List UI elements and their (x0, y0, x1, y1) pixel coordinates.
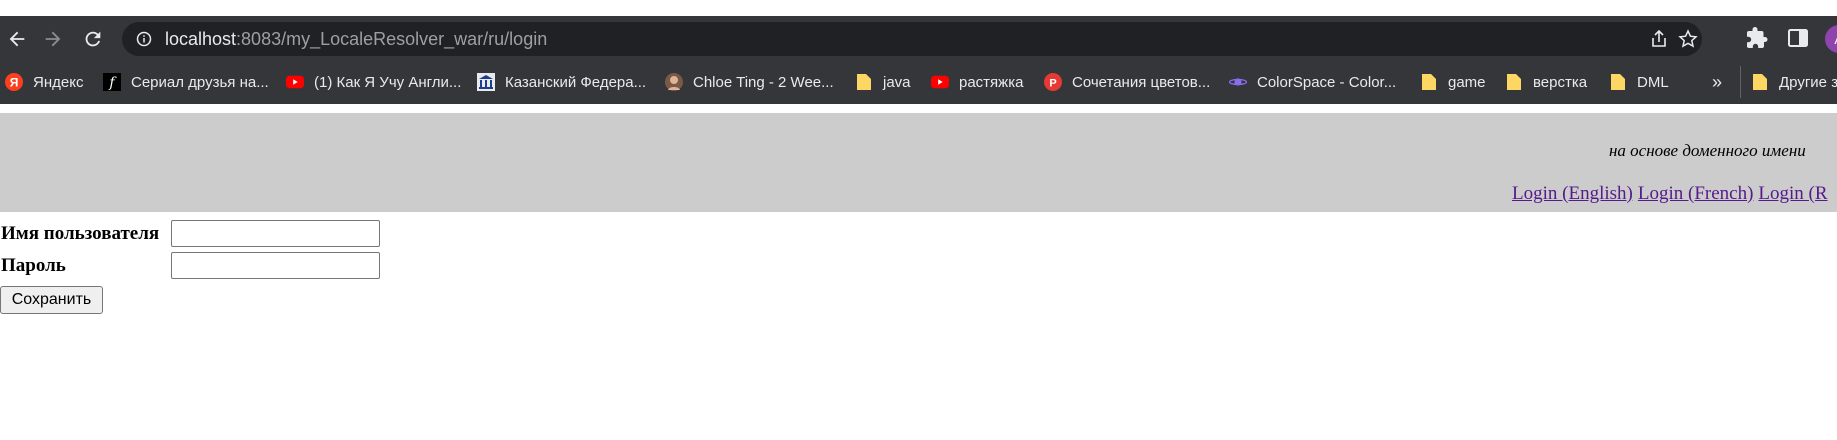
svg-text:Я: Я (10, 76, 19, 90)
password-input[interactable] (171, 252, 380, 279)
login-russian-link[interactable]: Login (R (1758, 183, 1827, 204)
folder-icon (1751, 73, 1769, 91)
bookmark-item[interactable]: Chloe Ting - 2 Wee... (665, 70, 834, 94)
bookmark-label: Яндекс (33, 73, 84, 91)
bookmark-label: ColorSpace - Color... (1257, 73, 1397, 91)
save-button[interactable]: Сохранить (0, 286, 103, 314)
bookmark-label: Казанский Федера... (505, 73, 647, 91)
reload-icon (85, 31, 101, 47)
back-button[interactable] (2, 24, 32, 54)
share-icon[interactable] (1649, 29, 1669, 49)
university-icon (477, 73, 495, 91)
login-french-link[interactable]: Login (French) (1638, 183, 1754, 204)
svg-text:P: P (1049, 78, 1056, 90)
bookmark-label: DML (1637, 73, 1669, 91)
bookmark-item[interactable]: растяжка (931, 70, 1023, 94)
bookmark-label: верстка (1533, 73, 1588, 91)
bookmark-item[interactable]: Я Яндекс (5, 70, 83, 94)
reload-button[interactable] (78, 24, 108, 54)
bookmark-folder[interactable]: java (855, 70, 911, 94)
bookmark-folder[interactable]: DML (1609, 70, 1669, 94)
bookmark-label: Chloe Ting - 2 Wee... (693, 73, 834, 91)
side-panel-icon[interactable] (1786, 26, 1810, 50)
page-header: на основе доменного имени Login (English… (0, 113, 1837, 212)
password-label: Пароль (1, 255, 66, 276)
bookmark-label: растяжка (959, 73, 1024, 91)
username-label: Имя пользователя (1, 223, 160, 244)
bookmarks-overflow-button[interactable]: » (1712, 70, 1722, 94)
bookmark-folder[interactable]: верстка (1505, 70, 1587, 94)
language-links: Login (English) Login (French) Login (R (1512, 183, 1833, 205)
top-strip (0, 0, 1837, 16)
palette-icon: P (1044, 73, 1062, 91)
url-text[interactable]: localhost:8083/my_LocaleResolver_war/ru/… (165, 29, 547, 49)
bookmark-item[interactable]: (1) Как Я Учу Англи... (286, 70, 461, 94)
profile-avatar[interactable]: A (1825, 25, 1837, 53)
folder-icon (855, 73, 873, 91)
bookmark-label: java (883, 73, 911, 91)
bookmark-label: (1) Как Я Учу Англи... (314, 73, 462, 91)
bookmark-label: Другие з (1779, 73, 1837, 91)
avatar-icon (665, 73, 683, 91)
bookmark-star-icon[interactable] (1678, 29, 1698, 49)
username-input[interactable] (171, 220, 380, 247)
header-subtitle: на основе доменного имени (1609, 141, 1806, 160)
bookmark-item[interactable]: P Сочетания цветов... (1044, 70, 1210, 94)
bookmarks-divider (1740, 66, 1741, 98)
folder-icon (1420, 73, 1438, 91)
extensions-icon[interactable] (1745, 26, 1769, 50)
back-arrow-icon (9, 31, 25, 47)
bookmark-folder[interactable]: game (1420, 70, 1486, 94)
yandex-icon: Я (5, 73, 23, 91)
overflow-chevron-icon: » (1712, 71, 1723, 92)
youtube-icon (931, 73, 949, 91)
url-path: :8083/my_LocaleResolver_war/ru/login (236, 29, 548, 49)
forward-arrow-icon (45, 31, 61, 47)
folder-icon (1609, 73, 1627, 91)
other-bookmarks-folder[interactable]: Другие з (1751, 70, 1837, 94)
bookmark-label: Сериал друзья на... (131, 73, 269, 91)
bookmark-label: Сочетания цветов... (1072, 73, 1211, 91)
browser-chrome: localhost:8083/my_LocaleResolver_war/ru/… (0, 16, 1837, 104)
address-bar[interactable]: localhost:8083/my_LocaleResolver_war/ru/… (122, 22, 1702, 56)
f-icon: f (103, 73, 121, 91)
bookmark-label: game (1448, 73, 1486, 91)
youtube-icon (286, 73, 304, 91)
bookmark-item[interactable]: f Сериал друзья на... (103, 70, 269, 94)
bookmarks-bar: Я Яндекс f Сериал друзья на... (1) Как Я… (0, 64, 1837, 100)
info-icon[interactable] (136, 31, 152, 47)
url-host: localhost (165, 29, 237, 49)
planet-icon (1229, 73, 1247, 91)
bookmark-item[interactable]: Казанский Федера... (477, 70, 646, 94)
forward-button[interactable] (38, 24, 68, 54)
bookmark-item[interactable]: ColorSpace - Color... (1229, 70, 1396, 94)
folder-icon (1505, 73, 1523, 91)
login-english-link[interactable]: Login (English) (1512, 183, 1633, 204)
